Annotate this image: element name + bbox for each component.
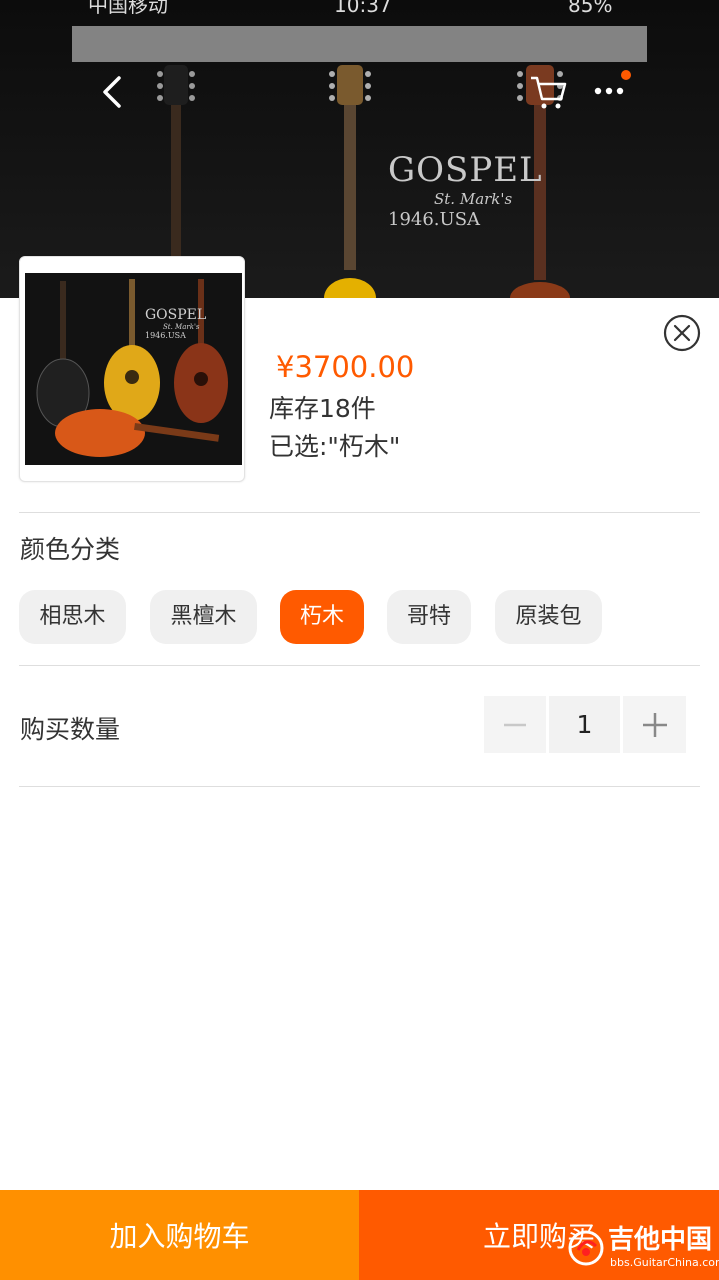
close-button[interactable] xyxy=(663,314,701,352)
back-button[interactable] xyxy=(92,70,132,114)
hero-brand-logo: GOSPEL St. Mark's 1946.USA xyxy=(388,150,543,232)
divider-bottom xyxy=(19,786,700,787)
hero-brand-year: 1946.USA xyxy=(388,209,481,230)
status-bar-overlay xyxy=(72,26,647,62)
divider-middle xyxy=(19,665,700,666)
color-section-title: 颜色分类 xyxy=(20,535,121,564)
notification-dot xyxy=(621,70,631,80)
thumbnail-brand: GOSPEL St. Mark's 1946.USA xyxy=(145,307,206,341)
color-option-original-bag[interactable]: 原装包 xyxy=(495,590,602,644)
product-thumbnail: GOSPEL St. Mark's 1946.USA xyxy=(19,256,245,482)
thumbnail-brand-sub: St. Mark's xyxy=(163,323,200,331)
watermark-title: 吉他中国 xyxy=(608,1225,713,1255)
status-carrier: 中国移动 xyxy=(88,0,168,17)
guitarchina-logo-icon xyxy=(568,1230,604,1266)
product-price: ¥3700.00 xyxy=(276,350,415,384)
status-time: 10:37 xyxy=(334,0,392,17)
color-option-acacia[interactable]: 相思木 xyxy=(19,590,126,644)
back-arrow-icon xyxy=(103,76,121,108)
more-dots-icon xyxy=(594,87,624,95)
quantity-increase-button[interactable] xyxy=(623,696,686,753)
status-battery: 85% xyxy=(568,0,613,17)
guitar-image-center xyxy=(324,65,376,298)
cart-button[interactable] xyxy=(528,72,568,112)
color-option-gothic[interactable]: 哥特 xyxy=(387,590,471,644)
quantity-value[interactable]: 1 xyxy=(549,696,620,753)
status-bar: 中国移动 10:37 85% xyxy=(72,0,647,26)
quantity-label: 购买数量 xyxy=(20,715,121,744)
product-stock: 库存18件 xyxy=(269,394,376,423)
thumbnail-image: GOSPEL St. Mark's 1946.USA xyxy=(25,273,242,465)
plus-icon xyxy=(642,712,667,737)
selected-variant: 已选:"朽木" xyxy=(269,432,401,461)
color-option-ebony[interactable]: 黑檀木 xyxy=(150,590,257,644)
watermark-url: bbs.GuitarChina.com xyxy=(610,1256,719,1269)
color-option-spalted[interactable]: 朽木 xyxy=(280,590,364,644)
divider-top xyxy=(19,512,700,513)
add-to-cart-button[interactable]: 加入购物车 xyxy=(0,1190,359,1280)
quantity-decrease-button[interactable] xyxy=(484,696,546,753)
thumbnail-brand-name: GOSPEL xyxy=(145,307,207,323)
hero-brand-sub: St. Mark's xyxy=(434,190,513,208)
more-button[interactable] xyxy=(592,76,628,106)
cart-icon xyxy=(531,76,567,109)
thumbnail-brand-year: 1946.USA xyxy=(145,331,186,340)
close-icon xyxy=(663,314,701,352)
hero-brand-name: GOSPEL xyxy=(388,150,543,190)
thumbnail-guitars xyxy=(25,273,242,465)
site-watermark: 吉他中国 bbs.GuitarChina.com xyxy=(566,1224,719,1276)
minus-icon xyxy=(504,723,526,726)
